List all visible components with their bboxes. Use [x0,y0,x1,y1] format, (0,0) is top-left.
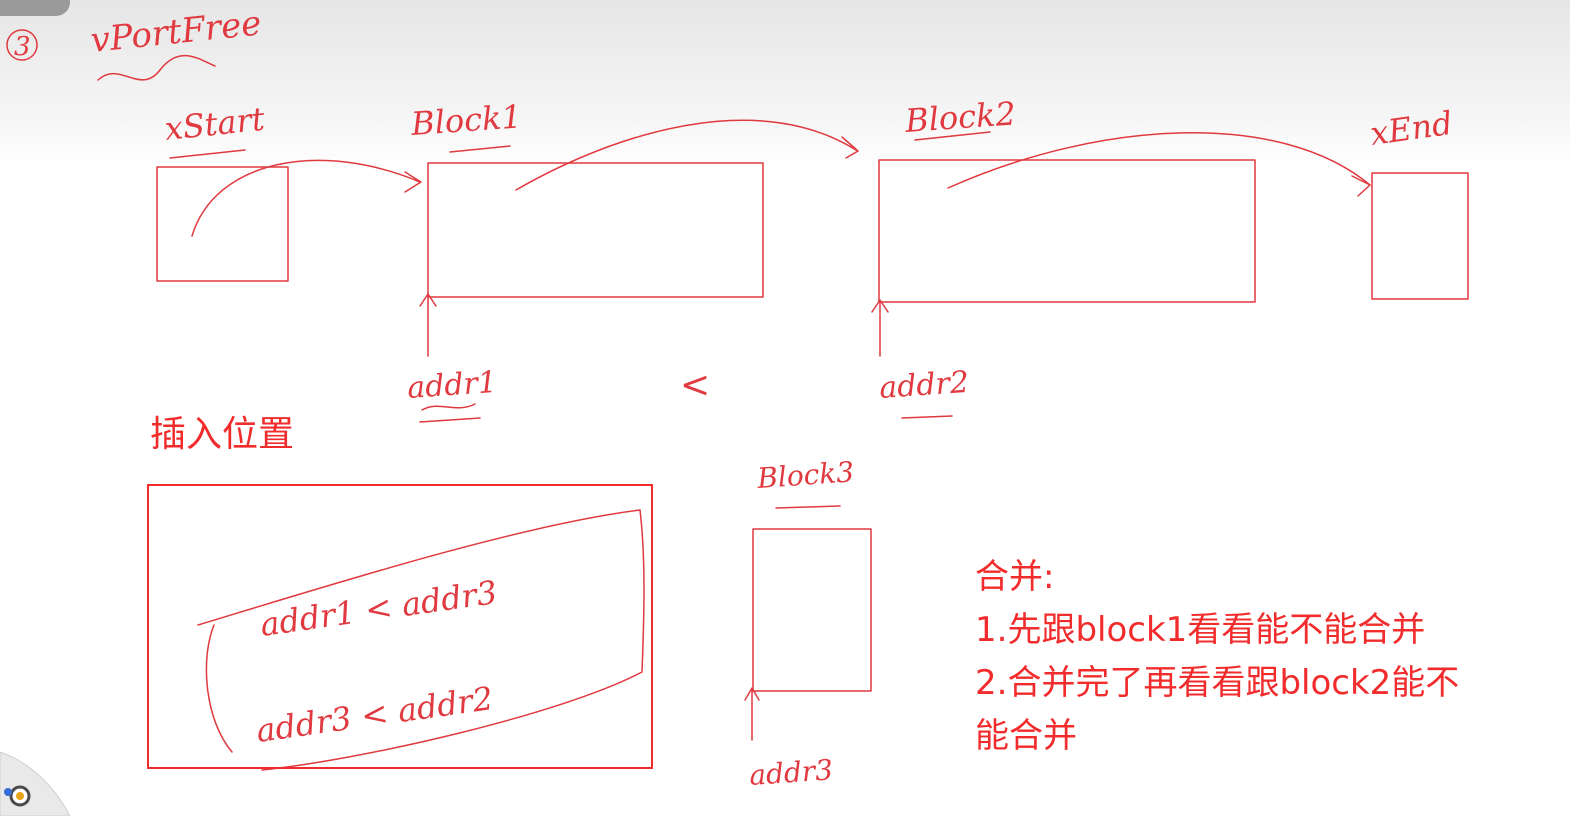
insert-position-title: 插入位置 [150,414,295,455]
block1-underline [449,145,511,153]
less-than-sign: < [680,365,710,406]
merge-note-heading: 合并: [975,557,1055,597]
xend-box [1371,172,1469,300]
xend-label: xEnd [1368,104,1455,153]
arrowhead-block2 [841,136,859,159]
block2-label: Block2 [903,94,1017,140]
block1-box [427,162,764,298]
block3-label: Block3 [755,455,855,495]
addr3-label: addr3 [748,753,834,792]
insert-position-box [147,484,653,769]
merge-note-line-2: 2.合并完了再看看跟block2能不 [975,663,1460,703]
pen-tool-icon[interactable] [0,752,70,816]
block2-box [878,159,1256,303]
function-name: vPortFree [89,3,263,61]
block3-box [752,528,872,692]
function-name-underline [97,54,216,81]
arrow-block1-to-block2 [515,119,857,191]
addr2-label: addr2 [878,365,970,406]
step-marker-text: 3 [14,32,31,62]
addr1-label: addr1 [406,365,498,406]
block1-label: Block1 [409,97,523,143]
xstart-box [156,166,289,282]
addr2-underline [901,415,953,419]
arrowhead-xend [1351,175,1371,197]
merge-note-line-3: 能合并 [975,716,1077,756]
xstart-label: xStart [163,100,267,148]
xstart-underline [169,149,246,159]
step-marker: 3 [6,29,38,62]
merge-note-line-1: 1.先跟block1看看能不能合并 [975,610,1426,650]
addr1-squiggle [421,403,476,411]
addr1-underline [419,417,481,423]
block3-underline [775,505,841,509]
arrow-xstart-to-block1 [191,159,421,237]
